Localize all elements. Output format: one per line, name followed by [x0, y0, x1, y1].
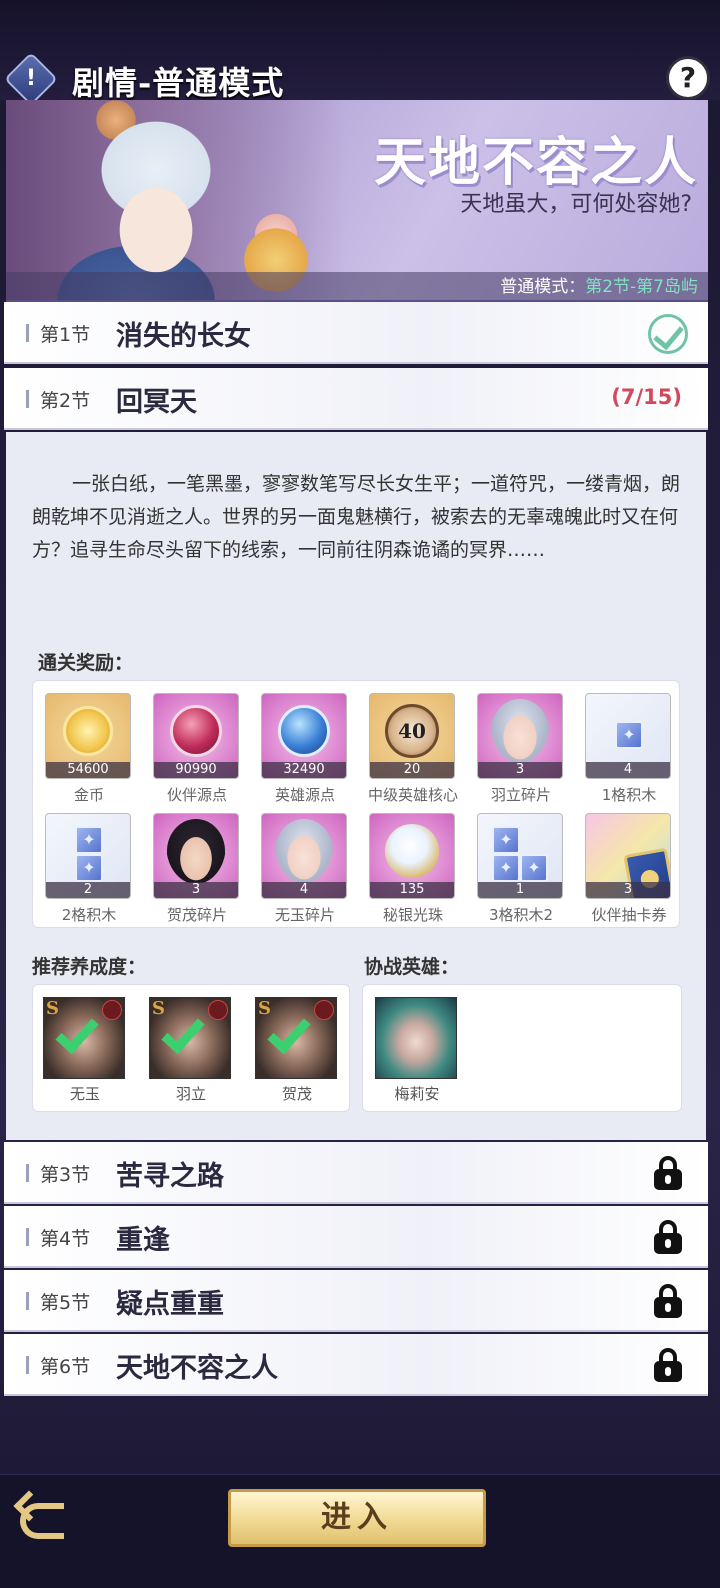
section-marker — [26, 1356, 29, 1374]
banner-subtitle: 天地虽大，可何处容她? — [460, 192, 692, 217]
reward-item[interactable]: 1 3格积木2 — [477, 813, 565, 925]
section-name: 消失的长女 — [116, 321, 251, 352]
section-number: 第4节 — [40, 1228, 91, 1250]
section-detail-panel: 一张白纸，一笔黑墨，寥寥数笔写尽长女生平；一道符咒，一缕青烟，朗朗乾坤不见消逝之… — [6, 432, 706, 1140]
rank-badge: S — [258, 998, 271, 1019]
section-marker — [26, 1292, 29, 1310]
hero-card-hemao[interactable]: S 贺茂 — [255, 997, 339, 1104]
section-row-3[interactable]: 第3节 苦寻之路 — [4, 1142, 708, 1204]
reward-item[interactable]: 3 羽立碎片 — [477, 693, 565, 805]
rank-badge: S — [46, 998, 59, 1019]
reward-item[interactable]: 2 2格积木 — [45, 813, 133, 925]
hero-card-wuyu[interactable]: S 无玉 — [43, 997, 127, 1104]
faction-icon — [314, 1000, 334, 1020]
back-arrow-icon[interactable] — [13, 1490, 76, 1551]
page-title: 剧情-普通模式 — [72, 64, 285, 102]
rank-badge: S — [152, 998, 165, 1019]
lock-icon — [654, 1220, 682, 1254]
check-icon — [55, 1009, 99, 1055]
ally-heroes: 梅莉安 — [362, 984, 682, 1112]
hero-card-yuli[interactable]: S 羽立 — [149, 997, 233, 1104]
lock-icon — [654, 1284, 682, 1318]
help-icon[interactable]: ? — [666, 56, 710, 100]
section-row-5[interactable]: 第5节 疑点重重 — [4, 1270, 708, 1332]
reward-item[interactable]: 32490 英雄源点 — [261, 693, 349, 805]
section-row-6[interactable]: 第6节 天地不容之人 — [4, 1334, 708, 1396]
mithril-pearl-icon — [385, 823, 439, 878]
section-number: 第2节 — [40, 390, 91, 412]
gold-coin-icon — [63, 705, 113, 756]
recommended-heroes: S 无玉 S 羽立 S 贺茂 — [32, 984, 350, 1112]
faction-icon — [208, 1000, 228, 1020]
reward-item[interactable]: 3 伙伴抽卡券 — [585, 813, 673, 925]
faction-icon — [102, 1000, 122, 1020]
banner-footer-highlight: 第2节-第7岛屿 — [585, 277, 698, 297]
lock-icon — [654, 1348, 682, 1382]
rewards-label: 通关奖励： — [38, 652, 134, 674]
reward-item[interactable]: 40 20 中级英雄核心 — [368, 693, 458, 805]
hero-card-meilian[interactable]: 梅莉安 — [375, 997, 459, 1104]
bottom-bar: 进入 — [0, 1474, 720, 1588]
section-row-4[interactable]: 第4节 重逢 — [4, 1206, 708, 1268]
section-marker — [26, 324, 29, 342]
section-number: 第1节 — [40, 324, 91, 346]
block-1-icon — [615, 721, 643, 749]
enter-button[interactable]: 进入 — [228, 1489, 486, 1547]
story-text: 一张白纸，一笔黑墨，寥寥数笔写尽长女生平；一道符咒，一缕青烟，朗朗乾坤不见消逝之… — [32, 473, 681, 561]
hemao-fragment-icon — [167, 818, 225, 883]
top-bar: ! 剧情-普通模式 ? — [0, 0, 720, 106]
yuli-fragment-icon — [491, 698, 549, 763]
reward-item[interactable]: 54600 金币 — [45, 693, 133, 805]
partner-origin-icon — [170, 704, 222, 757]
section-progress: (7/15) — [611, 385, 682, 409]
section-row-1[interactable]: 第1节 消失的长女 — [4, 302, 708, 364]
banner-title: 天地不容之人 — [373, 132, 698, 193]
alert-icon[interactable]: ! — [4, 52, 58, 106]
section-name: 回冥天 — [116, 387, 197, 418]
check-icon — [267, 1009, 311, 1055]
section-number: 第3节 — [40, 1164, 91, 1186]
section-name: 天地不容之人 — [116, 1353, 278, 1384]
section-name: 苦寻之路 — [116, 1161, 224, 1192]
reward-item[interactable]: 90990 伙伴源点 — [153, 693, 241, 805]
ally-label: 协战英雄： — [364, 956, 460, 978]
wuyu-fragment-icon — [275, 818, 333, 883]
banner-footer-text: 普通模式：第2节-第7岛屿 — [500, 277, 698, 297]
reward-item[interactable]: 3 贺茂碎片 — [153, 813, 241, 925]
chapter-banner: 天地不容之人 天地虽大，可何处容她? 普通模式：第2节-第7岛屿 — [6, 100, 708, 302]
check-icon — [161, 1009, 205, 1055]
section-marker — [26, 1164, 29, 1182]
reward-item[interactable]: 135 秘银光珠 — [369, 813, 457, 925]
section-number: 第6节 — [40, 1356, 91, 1378]
section-marker — [26, 390, 29, 408]
section-number: 第5节 — [40, 1292, 91, 1314]
reward-item[interactable]: 4 1格积木 — [585, 693, 673, 805]
section-marker — [26, 1228, 29, 1246]
check-icon — [648, 314, 688, 354]
recommend-label: 推荐养成度： — [32, 956, 147, 978]
hero-origin-icon — [278, 704, 330, 757]
rewards-grid: 54600 金币 90990 伙伴源点 32490 英雄源点 40 20 中级英雄… — [32, 680, 680, 928]
section-row-2[interactable]: 第2节 回冥天 (7/15) — [4, 368, 708, 430]
hero-core-icon: 40 — [385, 703, 439, 758]
reward-item[interactable]: 4 无玉碎片 — [261, 813, 349, 925]
section-name: 疑点重重 — [116, 1289, 224, 1320]
section-name: 重逢 — [116, 1225, 170, 1256]
lock-icon — [654, 1156, 682, 1190]
